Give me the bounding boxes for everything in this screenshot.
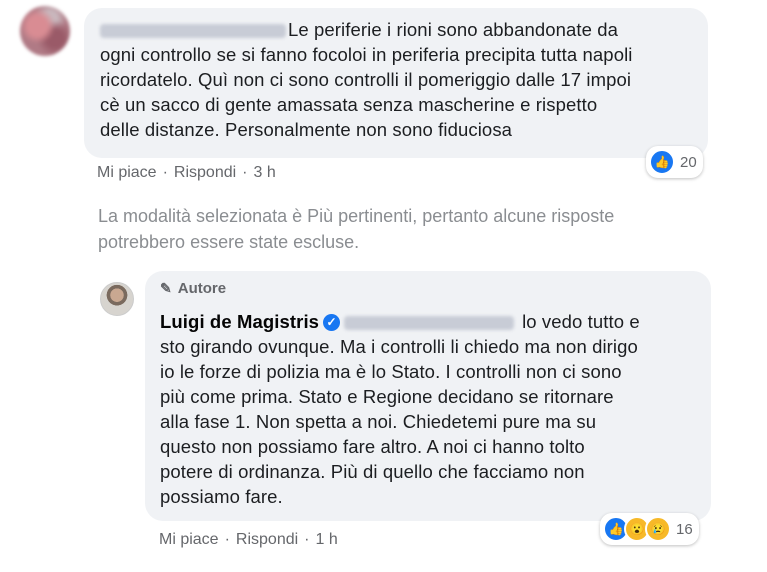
like-button[interactable]: Mi piace [159, 531, 219, 548]
like-reaction-icon: 👍 [649, 149, 675, 175]
comment-actions: Mi piace · Rispondi · 3 h [97, 164, 276, 182]
comment-line: delle distanze. Personalmente non sono f… [100, 119, 513, 140]
author-name-link[interactable]: Luigi de Magistris [160, 311, 319, 332]
author-badge-label: Autore [177, 280, 227, 297]
comment-line: cè un sacco di gente amassata senza masc… [100, 94, 598, 115]
separator-dot: · [162, 164, 168, 181]
filter-notice: La modalità selezionata è Più pertinenti… [98, 203, 718, 255]
separator-dot: · [242, 164, 248, 181]
comment-text: Le periferie i rioni sono abbandonate da… [100, 17, 700, 142]
reply-line: possiamo fare. [160, 486, 283, 507]
reply-line: alla fase 1. Non spetta a noi. Chiedetem… [160, 411, 597, 432]
author-badge: ✎ Autore [160, 280, 226, 297]
reply-actions: Mi piace · Rispondi · 1 h [159, 531, 338, 549]
commenter-name-redacted[interactable] [100, 24, 286, 39]
verified-check-icon: ✓ [323, 313, 341, 331]
reaction-count: 16 [676, 520, 693, 538]
reaction-summary[interactable]: 👍 😮 😢 16 [600, 513, 699, 545]
reply-line: Luigi de Magistris ✓ lo vedo tutto e [160, 311, 640, 332]
reaction-summary[interactable]: 👍 20 [646, 146, 703, 178]
pencil-icon: ✎ [160, 280, 172, 296]
notice-line: potrebbero essere state escluse. [98, 232, 360, 252]
reply-line: io le forze di polizia ma è lo Stato. I … [160, 361, 622, 382]
reply-line: potere di ordinanza. Più di quello che f… [160, 461, 585, 482]
comment-line: ricordatelo. Quì non ci sono controlli i… [100, 69, 632, 90]
mentioned-name-redacted[interactable] [344, 316, 515, 331]
commenter-avatar[interactable] [20, 6, 70, 56]
reaction-count: 20 [680, 153, 697, 171]
comment-line: Le periferie i rioni sono abbandonate da [100, 17, 700, 42]
reply-text: Luigi de Magistris ✓ lo vedo tutto e sto g… [160, 309, 705, 509]
notice-line: La modalità selezionata è Più pertinenti… [98, 206, 615, 226]
like-button[interactable]: Mi piace [97, 164, 157, 181]
reply-button[interactable]: Rispondi [174, 164, 236, 181]
reply-line: sto girando ovunque. Ma i controlli li c… [160, 336, 638, 357]
author-avatar[interactable] [100, 282, 134, 316]
comment-line: ogni controllo se si fanno focoloi in pe… [100, 44, 633, 65]
timestamp-link[interactable]: 3 h [254, 164, 276, 181]
reply-line: questo non possiamo fare altro. A noi ci… [160, 436, 585, 457]
timestamp-link[interactable]: 1 h [316, 531, 338, 548]
sad-reaction-icon: 😢 [645, 516, 671, 542]
reply-button[interactable]: Rispondi [236, 531, 298, 548]
separator-dot: · [304, 531, 310, 548]
separator-dot: · [224, 531, 230, 548]
reply-line: più come prima. Stato e Regione decidano… [160, 386, 614, 407]
